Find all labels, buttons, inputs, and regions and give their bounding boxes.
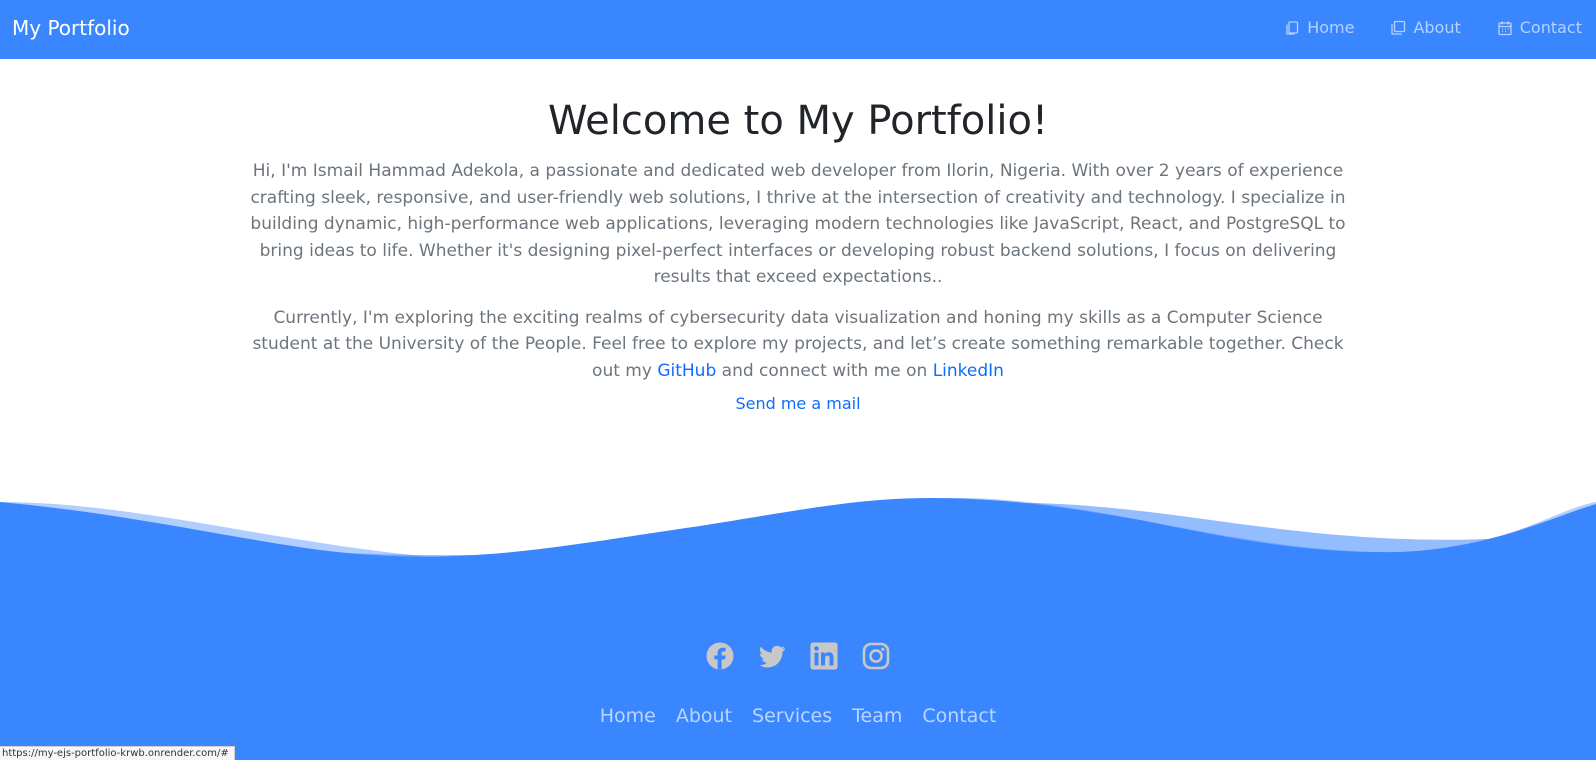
footer-link-about[interactable]: About	[676, 704, 732, 728]
footer-link-services[interactable]: Services	[752, 704, 832, 728]
browser-status-url: https://my-ejs-portfolio-krwb.onrender.c…	[0, 746, 235, 760]
linkedin-link[interactable]: LinkedIn	[933, 361, 1004, 381]
twitter-icon	[759, 645, 785, 668]
nav-link-home-label: Home	[1307, 18, 1355, 37]
current-focus-paragraph: Currently, I'm exploring the exciting re…	[243, 305, 1353, 385]
twitter-link[interactable]	[758, 642, 786, 670]
facebook-link[interactable]	[706, 642, 734, 670]
wave-divider	[0, 498, 1596, 580]
linkedin-icon	[810, 642, 838, 670]
hero-section: Welcome to My Portfolio! Hi, I'm Ismail …	[0, 59, 1596, 413]
social-links	[0, 642, 1596, 670]
intro-paragraph: Hi, I'm Ismail Hammad Adekola, a passion…	[250, 161, 1346, 287]
nav-link-about-label: About	[1413, 18, 1461, 37]
footer: Home About Services Team Contact	[0, 578, 1596, 760]
nav-link-contact[interactable]: Contact	[1497, 18, 1582, 38]
footer-link-home[interactable]: Home	[600, 704, 656, 728]
connect-text: and connect with me on	[716, 360, 933, 381]
footer-link-team[interactable]: Team	[852, 704, 902, 728]
nav-link-about[interactable]: About	[1390, 18, 1461, 38]
copy-icon	[1286, 21, 1299, 35]
brand-link[interactable]: My Portfolio	[12, 15, 130, 41]
nav-links: Home About Contact	[1248, 18, 1582, 38]
footer-nav: Home About Services Team Contact	[0, 704, 1596, 728]
stack-icon	[1391, 20, 1406, 35]
calendar-icon	[1498, 21, 1512, 36]
instagram-icon	[862, 642, 890, 670]
footer-link-contact[interactable]: Contact	[922, 704, 996, 728]
github-link[interactable]: GitHub	[657, 361, 716, 381]
nav-link-home[interactable]: Home	[1284, 18, 1354, 38]
send-mail-link[interactable]: Send me a mail	[735, 394, 860, 413]
page-title: Welcome to My Portfolio!	[547, 98, 1049, 144]
instagram-link[interactable]	[862, 642, 890, 670]
facebook-icon	[706, 642, 734, 670]
linkedin-link-footer[interactable]	[810, 642, 838, 670]
nav-link-contact-label: Contact	[1519, 18, 1582, 37]
navbar: My Portfolio Home About Contact	[0, 0, 1596, 59]
